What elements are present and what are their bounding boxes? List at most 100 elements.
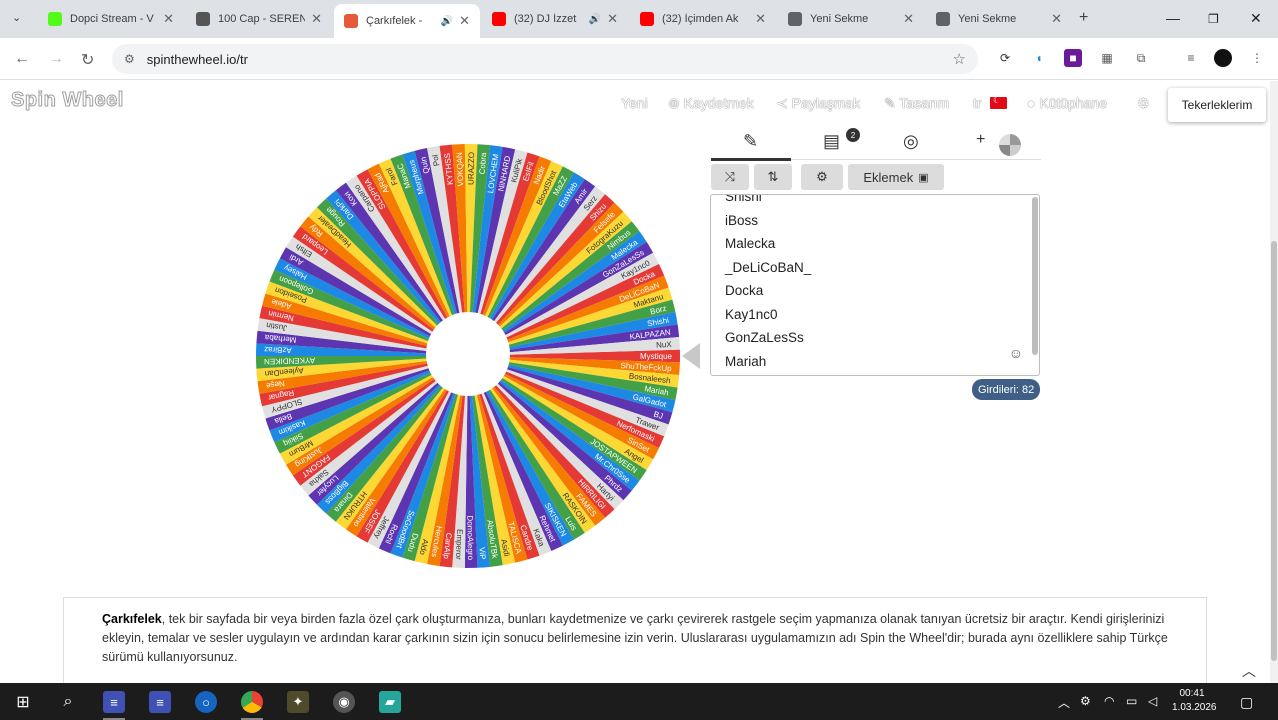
close-tab-icon[interactable]: ✕	[459, 13, 470, 29]
profile-avatar[interactable]	[1214, 49, 1232, 67]
menu-save[interactable]: ⊚ Kaydetmek	[668, 95, 754, 112]
close-window-icon[interactable]: ✕	[1250, 10, 1262, 27]
entries-textarea[interactable]: Shishi iBoss Malecka _DeLiCoBaN_ Docka Kay1nc…	[710, 194, 1040, 376]
emoji-icon[interactable]: ☺	[1009, 345, 1023, 361]
browser-tab[interactable]: Yeni Sekme ✕	[778, 4, 924, 34]
site-logo[interactable]: Spin Wheel	[11, 89, 124, 112]
new-tab-button[interactable]: +	[1079, 9, 1088, 27]
wheel-pointer-icon	[682, 343, 700, 369]
back-icon[interactable]: ←	[14, 50, 30, 68]
windows-start-icon[interactable]: ⊞	[12, 691, 34, 713]
browser-tab[interactable]: Çarkıfelek - 🔊 ✕	[334, 4, 480, 38]
close-tab-icon[interactable]: ✕	[903, 11, 914, 27]
turkey-flag-icon[interactable]	[990, 95, 1007, 109]
menu-library[interactable]: ● Kütüphane	[1027, 95, 1107, 111]
close-tab-icon[interactable]: ✕	[163, 11, 174, 27]
app-icon-5[interactable]: ✦	[287, 691, 309, 713]
menu-language[interactable]: tr	[973, 95, 982, 111]
add-wheel-plus-icon[interactable]: +	[976, 131, 985, 149]
tab-search-icon[interactable]: ⌄	[12, 11, 21, 24]
volume-icon[interactable]: ◁	[1148, 694, 1157, 708]
speaker-icon[interactable]: 🔊	[441, 16, 453, 27]
menu-new[interactable]: Yeni	[621, 95, 648, 111]
shuffle-icon[interactable]: ⤨	[711, 164, 749, 190]
entry-line: iBoss	[725, 212, 759, 228]
entry-line: _DeLiCoBaN_	[725, 259, 812, 275]
save-icon: ⊚	[668, 95, 684, 111]
tray-app-icon[interactable]: ⚙	[1080, 694, 1091, 708]
site-info-icon[interactable]: ⚙	[124, 52, 135, 66]
app-icon-3[interactable]: ○	[195, 691, 217, 713]
chrome-icon[interactable]	[241, 691, 263, 713]
taskbar-clock[interactable]: 00:41 1.03.2026	[1172, 687, 1217, 715]
youtube-icon	[640, 12, 654, 26]
spinthewheel-icon	[344, 14, 358, 28]
close-tab-icon[interactable]: ✕	[607, 11, 618, 27]
wheel-slice-label: DomoAlegro	[465, 515, 475, 560]
purple-extension-icon[interactable]: ■	[1064, 49, 1082, 67]
wifi-icon[interactable]: ◠	[1104, 694, 1114, 708]
page-scrollbar[interactable]	[1270, 81, 1278, 683]
my-wheels-button[interactable]: Tekerleklerim	[1168, 88, 1266, 122]
entry-line: Mariah	[725, 353, 767, 369]
browser-tab[interactable]: (32) DJ İzzet 🔊 ✕	[482, 4, 628, 34]
close-tab-icon[interactable]: ✕	[311, 11, 322, 27]
youtube-icon	[492, 12, 506, 26]
menu-kebab-icon[interactable]: ⋮	[1248, 49, 1266, 67]
minimize-icon[interactable]: —	[1166, 10, 1180, 26]
browser-tab-title: 100 Cap - SEREN	[218, 13, 306, 25]
wheel-slice-label: Pol	[431, 154, 442, 167]
edit-entries-tab-pencil-icon[interactable]: ✎	[743, 131, 758, 152]
browser-tab-title: Çarkıfelek -	[366, 15, 423, 27]
app-icon-2[interactable]: ≡	[149, 691, 171, 713]
active-tab-indicator	[711, 158, 791, 161]
wheel-center-hub[interactable]	[426, 312, 510, 396]
entries-scrollbar[interactable]	[1032, 197, 1038, 355]
add-image-button[interactable]: Eklemek ▣	[848, 164, 944, 190]
close-tab-icon[interactable]: ✕	[755, 11, 766, 27]
add-image-label: Eklemek	[863, 169, 914, 185]
browser-tab-title: (32) DJ İzzet	[514, 13, 577, 25]
page-scrollbar-thumb[interactable]	[1271, 241, 1277, 661]
browser-tab[interactable]: 100 Cap - SEREN ✕	[186, 4, 332, 34]
battery-icon[interactable]: ▭	[1126, 694, 1137, 708]
browser-tab[interactable]: Yeni Sekme ✕	[926, 4, 1072, 34]
description-text: , tek bir sayfada bir veya birden fazla …	[102, 612, 1168, 664]
close-tab-icon[interactable]: ✕	[1051, 11, 1062, 27]
results-tab-clipboard-icon[interactable]: ▤	[823, 131, 840, 152]
search-icon[interactable]: ⌕	[57, 691, 79, 713]
audio-extension-icon[interactable]: ◖	[1030, 49, 1048, 67]
browser-tab[interactable]: (32) İçimden Ak ✕	[630, 4, 776, 34]
browser-tab[interactable]: Dopci Stream - V ✕	[38, 4, 184, 34]
bookmark-star-icon[interactable]: ☆	[953, 50, 966, 68]
scroll-to-top-icon[interactable]: ︿	[1242, 661, 1256, 681]
sort-icon[interactable]: ⇅	[754, 164, 792, 190]
notifications-icon[interactable]: ▢	[1240, 694, 1253, 711]
forward-icon[interactable]: →	[48, 50, 64, 68]
sync-extension-icon[interactable]: ⟳	[996, 49, 1014, 67]
wheel-slice-label: AYKENDIKEN	[264, 356, 315, 367]
menu-design[interactable]: ✎ Tasarım	[884, 95, 949, 112]
globe-icon	[936, 12, 950, 26]
speaker-icon[interactable]: 🔊	[589, 14, 601, 25]
app-icon-1[interactable]: ≡	[103, 691, 125, 713]
entry-line: Docka	[725, 283, 764, 298]
hidden-entries-tab-eye-slash-icon[interactable]: ◎	[903, 131, 919, 152]
page-content: Spin Wheel Yeni ⊚ Kaydetmek ≺ Paylaşmak …	[0, 81, 1270, 683]
media-controls-icon[interactable]: ≡	[1182, 49, 1200, 67]
address-bar[interactable]: ⚙ spinthewheel.io/tr ☆	[112, 44, 978, 74]
grid-extension-icon[interactable]: ▦	[1098, 49, 1116, 67]
settings-gear-icon[interactable]: ⚙	[1137, 95, 1150, 112]
menu-share[interactable]: ≺ Paylaşmak	[776, 95, 860, 112]
wheel-thumbnail-icon[interactable]	[999, 134, 1021, 156]
spin-wheel[interactable]: MystiqueShuTheFckUpBosnaleeshMariahGalGa…	[254, 142, 682, 570]
app-icon-7[interactable]: ▰	[379, 691, 401, 713]
v-logo-icon	[196, 12, 210, 26]
reload-icon[interactable]: ↻	[81, 50, 94, 70]
panel-tabs: ✎ ▤ 2 ◎ +	[711, 125, 1041, 161]
restore-icon[interactable]: ❐	[1208, 12, 1219, 26]
advanced-settings-gear-icon[interactable]: ⚙	[801, 164, 843, 190]
tray-chevron-icon[interactable]: ︿	[1058, 694, 1070, 711]
extensions-puzzle-icon[interactable]: ⧉	[1132, 49, 1150, 67]
app-icon-6[interactable]: ◉	[333, 691, 355, 713]
